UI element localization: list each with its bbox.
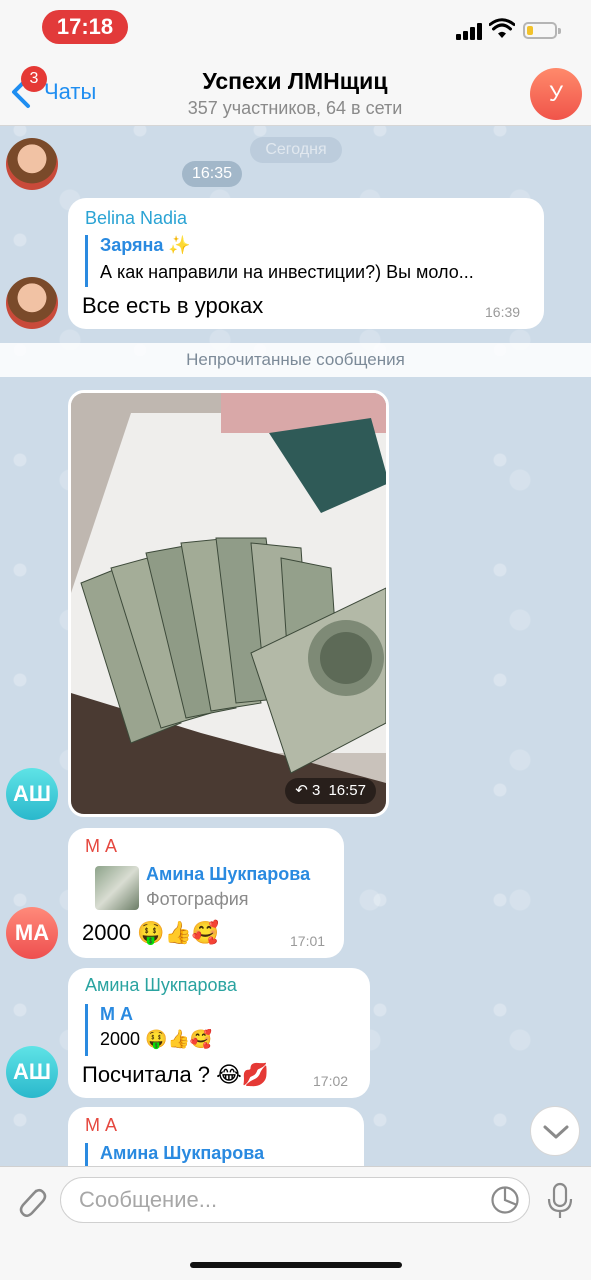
reply-thumbnail bbox=[95, 866, 139, 910]
reply-author: Амина Шукпарова bbox=[100, 1143, 265, 1163]
sticker-icon[interactable] bbox=[490, 1185, 520, 1215]
message-text: Все есть в уроках bbox=[82, 293, 264, 318]
reply-preview[interactable]: М А 2000 🤑👍🥰 bbox=[85, 1004, 345, 1056]
wifi-icon bbox=[489, 18, 515, 38]
battery-icon bbox=[523, 22, 561, 39]
chat-header: Чаты 3 Успехи ЛМНщиц 357 участников, 64 … bbox=[0, 54, 591, 126]
message-time: 17:01 bbox=[290, 933, 326, 949]
message-text: 2000 🤑👍🥰 bbox=[82, 920, 220, 945]
attach-icon[interactable] bbox=[14, 1181, 48, 1221]
avatar[interactable] bbox=[6, 138, 58, 190]
photo-time: 16:57 bbox=[328, 782, 366, 799]
unread-divider: Непрочитанные сообщения bbox=[0, 343, 591, 377]
scroll-down-button[interactable] bbox=[530, 1106, 580, 1156]
message-bubble[interactable]: Belina Nadia Заряна ✨ А как направили на… bbox=[68, 198, 544, 329]
unread-count-badge: 3 bbox=[21, 66, 47, 92]
home-indicator[interactable] bbox=[190, 1262, 402, 1268]
reply-text: Фотография bbox=[146, 889, 249, 909]
avatar[interactable]: АШ bbox=[6, 1046, 58, 1098]
chevron-down-icon bbox=[543, 1125, 569, 1139]
microphone-icon[interactable] bbox=[545, 1181, 575, 1221]
chat-subtitle: 357 участников, 64 в сети bbox=[187, 98, 403, 118]
message-time: 17:02 bbox=[313, 1073, 349, 1089]
message-time: 16:39 bbox=[485, 304, 521, 320]
message-bubble[interactable]: Амина Шукпарова М А 2000 🤑👍🥰 Посчитала ?… bbox=[68, 968, 370, 1098]
reply-author: М А bbox=[100, 1004, 133, 1024]
banknotes-photo bbox=[71, 393, 386, 814]
message-input[interactable]: Сообщение... bbox=[60, 1177, 530, 1223]
message-sender: Амина Шукпарова bbox=[85, 975, 237, 995]
status-time: 17:18 bbox=[42, 10, 128, 44]
avatar[interactable]: АШ bbox=[6, 768, 58, 820]
date-pill: Сегодня bbox=[250, 137, 342, 163]
reply-preview[interactable]: Амина Шукпарова Фотография bbox=[146, 864, 336, 914]
group-avatar[interactable]: У bbox=[530, 68, 582, 120]
status-bar: 17:18 bbox=[0, 0, 591, 54]
reply-preview[interactable]: Заряна ✨ А как направили на инвестиции?)… bbox=[85, 235, 530, 287]
avatar[interactable] bbox=[6, 277, 58, 329]
avatar[interactable]: МА bbox=[6, 907, 58, 959]
message-sender: Belina Nadia bbox=[85, 208, 188, 228]
reply-author: Заряна ✨ bbox=[100, 235, 191, 255]
reply-text: А как направили на инвестиции?) Вы моло.… bbox=[100, 262, 474, 282]
chat-title[interactable]: Успехи ЛМНщиц bbox=[120, 68, 470, 95]
reply-text: 2000 🤑👍🥰 bbox=[100, 1029, 213, 1049]
message-bubble[interactable]: М А Амина Шукпарова Фотография 2000 🤑👍🥰 … bbox=[68, 828, 344, 958]
photo-message[interactable]: ↶ 3 16:57 bbox=[68, 390, 389, 817]
message-text: Посчитала ? 😂💋 bbox=[82, 1062, 270, 1087]
message-sender: М А bbox=[85, 836, 118, 856]
forward-count: 3 bbox=[311, 782, 321, 799]
reply-author: Амина Шукпарова bbox=[146, 864, 311, 884]
back-label: Чаты bbox=[44, 79, 97, 104]
photo-meta: ↶ 3 16:57 bbox=[285, 778, 376, 804]
forward-icon: ↶ bbox=[295, 782, 308, 799]
message-sender: М А bbox=[85, 1115, 118, 1135]
time-pill: 16:35 bbox=[182, 161, 242, 187]
cellular-signal-icon bbox=[456, 22, 484, 40]
